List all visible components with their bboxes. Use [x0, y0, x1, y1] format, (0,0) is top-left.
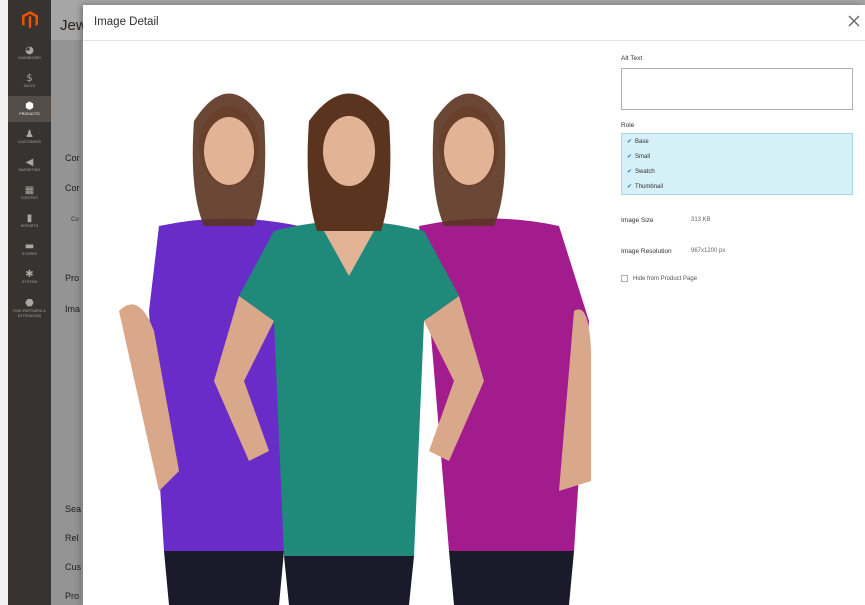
sidebar-item-label: PRODUCTS [19, 111, 40, 116]
image-size-label: Image Size [621, 216, 654, 224]
magento-logo[interactable] [8, 0, 51, 40]
person-icon: ♟ [25, 128, 34, 140]
sidebar-item-reports[interactable]: ▮ REPORTS [8, 208, 51, 234]
role-option-label: Thumbnail [635, 183, 664, 190]
role-option-base[interactable]: ✔ Base [622, 134, 852, 149]
image-size-row: Image Size 313 KB [621, 214, 855, 226]
checkmark-icon: ✔ [627, 153, 633, 160]
checkmark-icon: ✔ [627, 183, 633, 190]
sidebar-item-label: SYSTEM [22, 279, 37, 284]
hide-from-product-page-label: Hide from Product Page [633, 275, 698, 282]
image-resolution-row: Image Resolution 967x1200 px [621, 245, 855, 257]
sidebar-item-label: MARKETING [18, 167, 41, 172]
alt-text-field[interactable] [621, 68, 853, 110]
hide-from-product-page-row[interactable]: Hide from Product Page [621, 275, 855, 282]
gear-icon: ✱ [25, 268, 34, 280]
sidebar-item-label: REPORTS [20, 223, 39, 228]
image-detail-modal: Image Detail Alt Text Role ✔ Base ✔ Smal… [83, 5, 865, 605]
sidebar-item-label: FIND PARTNERS & EXTENSIONS [13, 309, 46, 318]
cube-icon: ⬢ [25, 100, 34, 112]
image-resolution-value: 967x1200 px [691, 248, 726, 254]
hide-from-product-page-checkbox[interactable] [621, 275, 628, 282]
extensions-icon: ⬣ [25, 298, 34, 309]
role-label: Role [621, 122, 635, 129]
modal-header: Image Detail [83, 5, 865, 41]
magento-logo-icon [21, 11, 38, 29]
sidebar-item-label: DASHBOARD [17, 55, 42, 60]
store-icon: ▬ [24, 240, 35, 252]
sidebar-item-label: CUSTOMERS [17, 139, 42, 144]
checkmark-icon: ✔ [627, 168, 633, 175]
role-option-swatch[interactable]: ✔ Swatch [622, 164, 852, 179]
image-resolution-label: Image Resolution [621, 247, 672, 255]
modal-title: Image Detail [94, 16, 159, 28]
sidebar-item-products[interactable]: ⬢ PRODUCTS [8, 96, 51, 122]
megaphone-icon: ◀ [25, 156, 34, 168]
sidebar-item-dashboard[interactable]: ◕ DASHBOARD [8, 40, 51, 66]
sidebar-item-sales[interactable]: $ SALES [8, 68, 51, 94]
sidebar-item-label: SALES [23, 83, 36, 88]
role-option-small[interactable]: ✔ Small [622, 149, 852, 164]
product-image [119, 51, 591, 605]
close-icon[interactable] [847, 14, 861, 28]
checkmark-icon: ✔ [627, 138, 633, 145]
role-option-label: Base [635, 138, 649, 145]
sidebar-item-customers[interactable]: ♟ CUSTOMERS [8, 124, 51, 150]
role-option-thumbnail[interactable]: ✔ Thumbnail [622, 179, 852, 194]
admin-sidebar: ◕ DASHBOARD $ SALES ⬢ PRODUCTS ♟ CUSTOMERS ◀ MARK… [8, 0, 51, 605]
role-option-label: Small [635, 153, 651, 160]
sidebar-item-label: STORES [22, 251, 37, 256]
image-size-value: 313 KB [691, 217, 711, 223]
sidebar-item-stores[interactable]: ▬ STORES [8, 236, 51, 262]
image-detail-form: Alt Text Role ✔ Base ✔ Small ✔ Swatch ✔ … [621, 55, 855, 282]
sidebar-item-system[interactable]: ✱ SYSTEM [8, 264, 51, 290]
sidebar-item-content[interactable]: ▦ CONTENT [8, 180, 51, 206]
alt-text-label: Alt Text [621, 55, 643, 62]
dollar-icon: $ [26, 72, 33, 84]
role-multiselect: ✔ Base ✔ Small ✔ Swatch ✔ Thumbnail [621, 133, 853, 195]
sidebar-item-find-partners-extensions[interactable]: ⬣ FIND PARTNERS & EXTENSIONS [8, 292, 51, 326]
sidebar-item-label: CONTENT [20, 195, 39, 200]
layout-icon: ▦ [24, 184, 35, 196]
bar-chart-icon: ▮ [26, 212, 33, 224]
sidebar-item-marketing[interactable]: ◀ MARKETING [8, 152, 51, 178]
dashboard-icon: ◕ [25, 44, 34, 56]
role-option-label: Swatch [635, 168, 655, 175]
